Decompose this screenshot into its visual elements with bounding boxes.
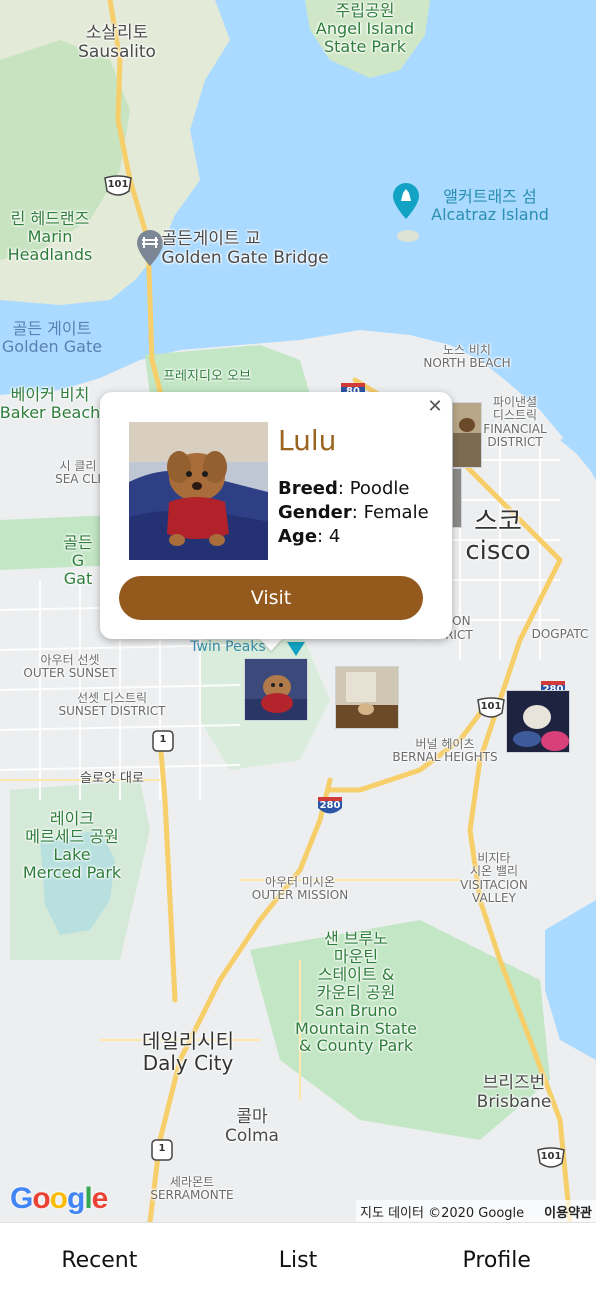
breed-label: Breed xyxy=(278,478,338,499)
route-1-south-shield-icon: 1 xyxy=(147,1139,177,1161)
label-san-bruno-mountain: 샌 브루노 마운틴 스테이트 & 카운티 공원 San Bruno Mounta… xyxy=(295,929,417,1056)
label-san-francisco: 스코 cisco xyxy=(465,507,531,567)
terms-link[interactable]: 이용약관 xyxy=(544,1202,592,1221)
pet-marker-4[interactable] xyxy=(452,402,482,468)
route-101-south-shield-icon: 101 xyxy=(536,1147,566,1169)
label-bernal-heights: 버널 헤이츠 BERNAL HEIGHTS xyxy=(392,737,498,765)
route-1-sunset-shield-icon: 1 xyxy=(148,730,178,752)
google-logo-o2: o xyxy=(49,1182,68,1215)
label-golden-gate-park: 골든 G Gat xyxy=(63,533,93,588)
label-presidio: 프레지디오 오브 xyxy=(163,369,251,384)
bottom-nav: Recent List Profile xyxy=(0,1222,596,1300)
label-north-beach: 노스 비치 NORTH BEACH xyxy=(423,343,511,371)
route-101-shield-icon: 101 xyxy=(103,175,133,197)
visit-button[interactable]: Visit xyxy=(119,576,423,620)
pet-marker-3[interactable] xyxy=(506,690,570,753)
label-sausalito: 소살리토 Sausalito xyxy=(78,23,156,63)
label-marin-headlands: 린 헤드랜즈 Marin Headlands xyxy=(7,209,93,264)
pet-marker-lulu[interactable] xyxy=(244,658,308,721)
location-pin-icon xyxy=(287,641,305,660)
nav-list[interactable]: List xyxy=(199,1223,398,1300)
popup-tail xyxy=(259,638,283,651)
label-twin-peaks: Twin Peaks xyxy=(190,639,266,655)
pet-details: Breed: Poodle Gender: Female Age: 4 xyxy=(278,477,429,549)
label-serramonte: 세라몬트 SERRAMONTE xyxy=(150,1175,234,1203)
gender-row: Gender: Female xyxy=(278,502,429,523)
label-lake-merced-park: 레이크 메르세드 공원 Lake Merced Park xyxy=(22,809,122,882)
label-sea-cliff: 시 클리 SEA CLI xyxy=(55,459,101,487)
label-golden-gate-bridge: 골든게이트 교 Golden Gate Bridge xyxy=(161,229,329,269)
age-row: Age: 4 xyxy=(278,526,341,547)
google-logo: Google xyxy=(10,1182,109,1216)
label-outer-sunset: 아우터 선셋 OUTER SUNSET xyxy=(23,653,117,681)
nav-profile[interactable]: Profile xyxy=(397,1223,596,1300)
nav-recent[interactable]: Recent xyxy=(0,1223,199,1300)
google-logo-g: G xyxy=(10,1182,33,1215)
google-logo-o1: o xyxy=(32,1182,50,1215)
age-label: Age xyxy=(278,526,318,547)
label-sunset-district: 선셋 디스트릭 SUNSET DISTRICT xyxy=(58,691,166,719)
label-sloat-blvd: 슬로앗 대로 xyxy=(80,771,144,786)
label-baker-beach: 베이커 비치 Baker Beach xyxy=(0,385,101,422)
label-golden-gate-strait: 골든 게이트 Golden Gate xyxy=(1,319,103,356)
pet-info-popup: ✕ Lulu Breed: Poodle Gender: Female Age:… xyxy=(100,392,452,639)
age-value: 4 xyxy=(328,526,341,547)
label-visitacion-valley: 비지타 시온 밸리 VISITACION VALLEY xyxy=(460,851,528,906)
google-logo-g2: g xyxy=(67,1182,85,1215)
route-280-shield-icon: 280 xyxy=(315,795,345,817)
close-icon[interactable]: ✕ xyxy=(424,396,446,418)
label-daly-city: 데일리시티 Daly City xyxy=(142,1029,234,1076)
label-brisbane: 브리즈번 Brisbane xyxy=(476,1073,552,1113)
google-logo-l: l xyxy=(84,1182,92,1215)
gender-label: Gender xyxy=(278,502,352,523)
pet-marker-5[interactable] xyxy=(452,468,462,528)
label-colma: 콜마 Colma xyxy=(225,1107,279,1147)
breed-value: Poodle xyxy=(349,478,410,499)
pet-photo xyxy=(129,422,268,560)
alcatraz-poi-icon[interactable] xyxy=(391,181,421,225)
label-outer-mission: 아우터 미시온 OUTER MISSION xyxy=(251,875,349,903)
breed-row: Breed: Poodle xyxy=(278,478,410,499)
map-data-credit: 지도 데이터 ©2020 Google xyxy=(360,1205,525,1221)
pet-name: Lulu xyxy=(278,424,337,457)
label-dogpatch: DOGPATC xyxy=(531,627,589,641)
gender-value: Female xyxy=(363,502,429,523)
route-101-sf-shield-icon: 101 xyxy=(476,697,506,719)
google-logo-e: e xyxy=(91,1182,109,1215)
map-attribution: 지도 데이터 ©2020 Google 이용약관 xyxy=(356,1200,596,1222)
label-angel-island: 주립공원 Angel Island State Park xyxy=(315,1,415,56)
label-financial-district: 파이낸셜 디스트릭 FINANCIAL DISTRICT xyxy=(483,395,547,450)
label-alcatraz: 앨커트래즈 섬 Alcatraz Island xyxy=(431,187,549,224)
pet-marker-2[interactable] xyxy=(335,666,399,729)
